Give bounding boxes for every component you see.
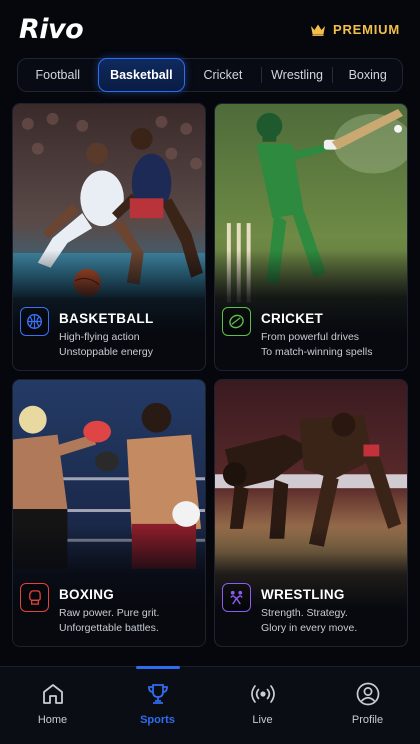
card-title: CRICKET [261,311,324,326]
tab-cricket[interactable]: Cricket [185,59,261,91]
nav-live[interactable]: Live [210,667,315,744]
premium-label: PREMIUM [333,22,400,37]
nav-label: Live [252,714,273,726]
card-subtitle: From powerful drives [261,331,360,343]
wrestling-icon [230,590,243,605]
nav-sports[interactable]: Sports [105,667,210,744]
card-subtitle: To match-winning spells [261,346,373,358]
tab-football[interactable]: Football [18,59,98,91]
cricket-badge [222,307,251,336]
card-subtitle: Glory in every move. [261,622,358,634]
user-icon [356,682,379,706]
tab-boxing[interactable]: Boxing [333,59,402,91]
card-title: BOXING [59,587,115,602]
card-title: BASKETBALL [59,311,154,326]
card-subtitle: Raw power. Pure grit. [59,607,160,619]
card-subtitle: Strength. Strategy. [261,607,348,619]
tab-basketball[interactable]: Basketball [97,58,186,92]
top-bar: Rivo PREMIUM [0,0,420,58]
card-wrestling[interactable]: WRESTLING Strength. Strategy. Glory in e… [214,379,408,647]
nav-label: Home [37,714,68,726]
card-basketball[interactable]: BASKETBALL High-flying action Unstoppabl… [12,103,206,371]
basketball-icon [26,313,43,330]
premium-button[interactable]: PREMIUM [310,22,400,37]
cricket-ball-icon [229,314,244,329]
sport-tabs: Football Basketball Cricket Wrestling Bo… [17,58,403,92]
nav-label: Sports [140,714,175,726]
bottom-nav: Home Sports Live Profile [0,666,420,744]
nav-home[interactable]: Home [0,667,105,744]
live-broadcast-icon [250,685,275,703]
card-subtitle: Unstoppable energy [59,346,153,358]
card-title: WRESTLING [261,587,345,602]
card-boxing[interactable]: BOXING Raw power. Pure grit. Unforgettab… [12,379,206,647]
card-cricket[interactable]: CRICKET From powerful drives To match-wi… [214,103,408,371]
trophy-icon [147,684,168,704]
basketball-badge [20,307,49,336]
boxing-glove-icon [29,590,41,605]
crown-icon [311,24,325,36]
boxing-badge [20,583,49,612]
wrestling-badge [222,583,251,612]
card-subtitle: High-flying action [59,331,140,343]
card-subtitle: Unforgettable battles. [59,622,159,634]
nav-label: Profile [351,714,384,726]
home-icon [42,684,63,704]
tab-wrestling[interactable]: Wrestling [262,59,333,91]
nav-profile[interactable]: Profile [315,667,420,744]
app-logo: Rivo [19,14,84,45]
